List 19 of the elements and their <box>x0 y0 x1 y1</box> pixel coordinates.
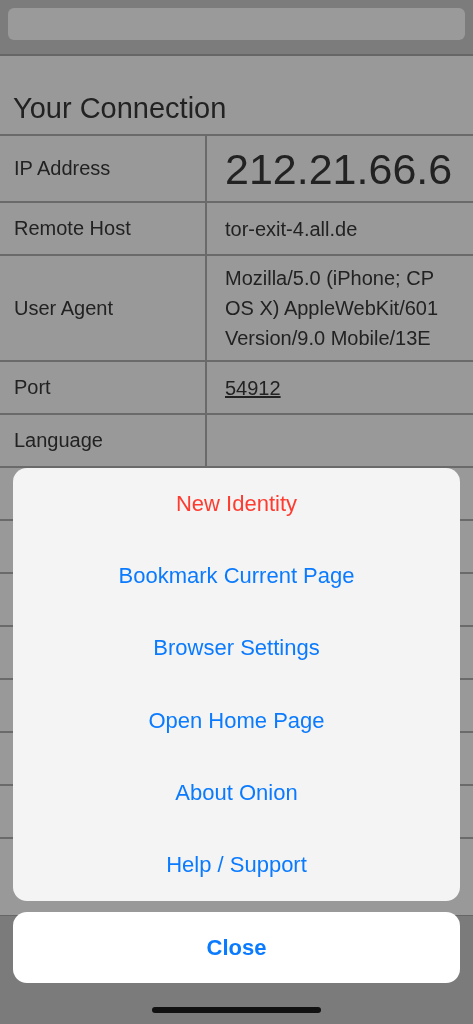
menu-item[interactable]: Browser Settings <box>13 612 460 685</box>
row-label: IP Address <box>14 157 111 180</box>
row-label: Language <box>14 429 103 452</box>
menu-item[interactable]: New Identity <box>13 468 460 541</box>
row-value: Mozilla/5.0 (iPhone; CP <box>225 266 435 290</box>
row-value: tor-exit-4.all.de <box>225 216 359 241</box>
page-heading: Your Connection <box>12 91 228 126</box>
menu-item[interactable]: Bookmark Current Page <box>13 540 460 613</box>
row-label: User Agent <box>14 296 113 320</box>
port-link[interactable]: 54912 <box>225 375 473 400</box>
close-button[interactable]: Close <box>13 912 460 983</box>
row-value: Version/9.0 Mobile/13E <box>225 326 432 350</box>
address-bar[interactable] <box>8 8 465 40</box>
menu-item[interactable]: About Onion <box>13 756 460 829</box>
row-label: Remote Host <box>14 217 131 240</box>
row-value: OS X) AppleWebKit/601 <box>225 296 440 320</box>
menu-item[interactable]: Help / Support <box>13 828 460 902</box>
menu-item[interactable]: Open Home Page <box>13 684 460 757</box>
row-label: Port <box>14 376 51 399</box>
